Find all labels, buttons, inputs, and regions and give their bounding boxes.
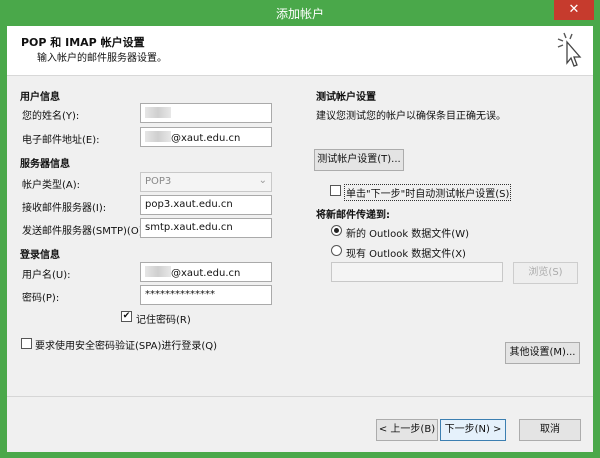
server-info-heading: 服务器信息 [20,159,70,170]
test-settings-heading: 测试帐户设置 [316,92,376,103]
username-label: 用户名(U): [22,270,71,281]
existing-data-file-label[interactable]: 现有 Outlook 数据文件(X) [346,245,466,260]
spa-checkbox[interactable] [21,338,32,349]
incoming-server-field[interactable]: pop3.xaut.edu.cn [140,195,272,215]
chevron-down-icon: ⌄ [258,175,267,186]
name-label: 您的姓名(Y): [22,111,80,122]
remember-password-label[interactable]: 记住密码(R) [136,311,191,326]
next-button[interactable]: 下一步(N) > [440,419,506,441]
account-type-select: POP3 ⌄ [140,172,272,192]
redacted-text [145,131,171,142]
account-type-label: 帐户类型(A): [22,180,81,191]
close-icon: ✕ [568,2,580,17]
outgoing-server-field[interactable]: smtp.xaut.edu.cn [140,218,272,238]
cursor-click-icon [557,32,582,67]
user-info-heading: 用户信息 [20,92,60,103]
incoming-server-label: 接收邮件服务器(I): [22,203,107,214]
existing-data-file-radio[interactable] [331,245,342,256]
title-bar: 添加帐户 ✕ [0,0,600,26]
login-info-heading: 登录信息 [20,250,60,261]
test-settings-description: 建议您测试您的帐户以确保条目正确无误。 [316,111,506,122]
new-data-file-label[interactable]: 新的 Outlook 数据文件(W) [346,225,469,240]
remember-password-checkbox[interactable]: ✔ [121,311,132,322]
auto-test-checkbox[interactable] [330,185,341,196]
window-title: 添加帐户 [275,7,324,21]
add-account-window: 添加帐户 ✕ POP 和 IMAP 帐户设置 输入帐户的邮件服务器设置。 用户信… [0,0,600,458]
more-settings-button[interactable]: 其他设置(M)... [505,342,580,364]
outgoing-server-label: 发送邮件服务器(SMTP)(O): [22,226,146,237]
test-account-button[interactable]: 测试帐户设置(T)... [314,149,404,171]
name-field[interactable] [140,103,272,123]
back-button[interactable]: < 上一步(B) [376,419,438,441]
username-field[interactable]: @xaut.edu.cn [140,262,272,282]
deliver-heading: 将新邮件传递到: [316,210,390,221]
cancel-button[interactable]: 取消 [519,419,581,441]
spa-label[interactable]: 要求使用安全密码验证(SPA)进行登录(Q) [35,337,217,352]
page-subtitle: 输入帐户的邮件服务器设置。 [37,53,167,64]
dialog-body: POP 和 IMAP 帐户设置 输入帐户的邮件服务器设置。 用户信息 您的姓名(… [7,26,593,452]
dialog-header: POP 和 IMAP 帐户设置 输入帐户的邮件服务器设置。 [7,26,593,76]
footer-divider [7,396,593,397]
page-title: POP 和 IMAP 帐户设置 [21,36,145,49]
data-file-path-field [331,262,503,282]
redacted-text [145,266,171,277]
new-data-file-radio[interactable] [331,225,342,236]
browse-button: 浏览(S) [513,262,578,284]
password-field[interactable]: ************** [140,285,272,305]
email-label: 电子邮件地址(E): [22,135,100,146]
check-icon: ✔ [122,311,131,321]
redacted-text [145,107,171,118]
email-field[interactable]: @xaut.edu.cn [140,127,272,147]
auto-test-label[interactable]: 单击"下一步"时自动测试帐户设置(S) [344,184,512,201]
password-label: 密码(P): [22,293,60,304]
close-button[interactable]: ✕ [554,0,594,20]
